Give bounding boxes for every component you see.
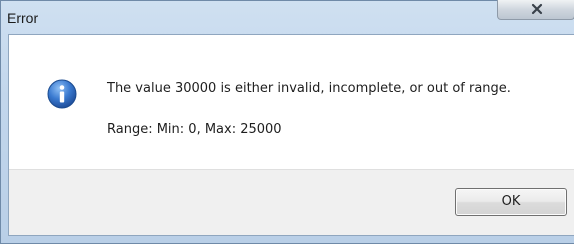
ok-button[interactable]: OK	[455, 188, 567, 216]
error-message: The value 30000 is either invalid, incom…	[107, 81, 511, 96]
close-button[interactable]	[497, 0, 574, 20]
close-icon	[531, 3, 543, 15]
info-icon	[47, 79, 77, 109]
title-bar[interactable]: Error	[1, 0, 574, 34]
range-text: Range: Min: 0, Max: 25000	[107, 122, 282, 137]
error-dialog-window: Error The value 30000 is either invalid,…	[0, 0, 574, 244]
window-title: Error	[7, 10, 39, 26]
